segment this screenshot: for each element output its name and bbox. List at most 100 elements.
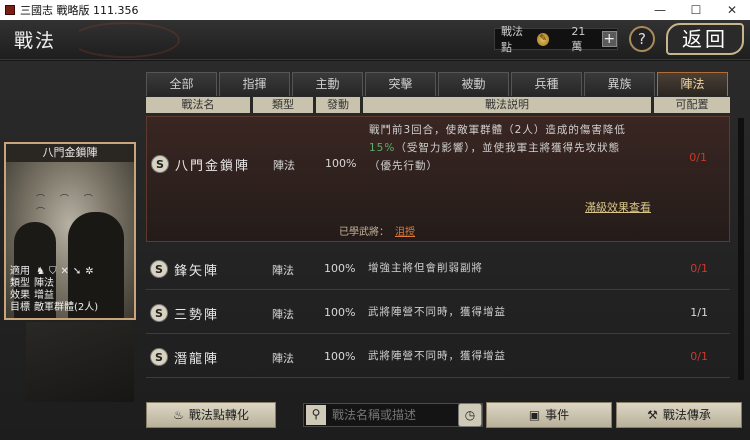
column-header-name[interactable]: 戰法名 [146, 97, 250, 113]
search-box: ⚲ [303, 403, 483, 427]
convert-points-button[interactable]: ♨ 戰法點轉化 [146, 402, 276, 428]
tab-assault[interactable]: 突擊 [365, 72, 436, 96]
tactic-description: 戰鬥前3回合，使敵軍群體（2人）造成的傷害降低 15%（受智力影響），並使我軍主… [369, 121, 669, 175]
card-info-value: 陣法 [34, 278, 54, 289]
game-window: 三國志 戰略版 111.356 — ☐ ✕ 戰法 戰法點 ✎ 21萬 + ? 返… [0, 0, 750, 440]
tab-troop[interactable]: 兵種 [511, 72, 582, 96]
tab-all[interactable]: 全部 [146, 72, 217, 96]
desc-text: （受智力影響），並使我軍主將獲得先攻狀態 [395, 142, 621, 154]
desc-line: 戰鬥前3回合，使敵軍群體（2人）造成的傷害降低 [369, 124, 626, 136]
header-bar: 戰法 戰法點 ✎ 21萬 + ? 返回 [0, 20, 750, 60]
add-points-button[interactable]: + [601, 31, 617, 47]
tactic-row[interactable]: S 潛龍陣 陣法 100% 武將陣營不同時，獲得增益 0/1 [146, 336, 730, 378]
flame-icon: ♨ [173, 408, 184, 422]
tactic-points-box: 戰法點 ✎ 21萬 + [494, 25, 618, 54]
maximize-button[interactable]: ☐ [678, 0, 714, 20]
card-info-value: 敵軍群體(2人) [34, 302, 99, 313]
tactic-type: 陣法 [272, 308, 294, 321]
window-titlebar: 三國志 戰略版 111.356 — ☐ ✕ [0, 0, 750, 20]
card-info-applicable: 適用 ♞ ⛉ ✕ ➘ ✲ [10, 266, 134, 278]
window-controls: — ☐ ✕ [642, 0, 750, 20]
tactic-detail-card: 八門金鎖陣 ⌒ ⌒ ⌒ ⌒ 適用 ♞ ⛉ ✕ ➘ ✲ 類型 陣法 效果 增益 目… [4, 142, 136, 320]
card-info-key: 類型 [10, 278, 30, 289]
tactic-type: 陣法 [272, 264, 294, 277]
app-icon [5, 5, 15, 15]
tactic-description: 武將陣營不同時，獲得增益 [368, 306, 506, 318]
allocation-count: 0/1 [690, 262, 708, 275]
tactic-name: 八門金鎖陣 [175, 159, 251, 174]
learned-label: 已學武將： [339, 227, 389, 238]
card-title: 八門金鎖陣 [6, 144, 134, 162]
history-clock-icon[interactable]: ◷ [458, 403, 482, 427]
card-info-effect: 效果 增益 [10, 290, 134, 302]
tactic-rate: 100% [324, 262, 356, 275]
window-title: 三國志 戰略版 111.356 [20, 4, 139, 17]
tactic-type: 陣法 [273, 159, 295, 172]
tactic-type: 陣法 [272, 352, 294, 365]
grade-badge: S [150, 304, 168, 322]
card-backdrop [26, 322, 134, 402]
full-effect-link[interactable]: 滿級效果查看 [585, 199, 651, 215]
column-header-allocation[interactable]: 可配置 [654, 97, 730, 113]
grade-badge: S [150, 260, 168, 278]
events-icon: ▣ [528, 408, 541, 422]
search-icon[interactable]: ⚲ [306, 405, 326, 425]
page-title: 戰法 [14, 30, 57, 52]
hammer-icon: ⚒ [647, 408, 658, 422]
events-label: 事件 [545, 408, 570, 422]
events-button[interactable]: ▣ 事件 [486, 402, 612, 428]
column-header-description: 戰法説明 [363, 97, 651, 113]
card-info-key: 適用 [10, 266, 30, 277]
allocation-count: 0/1 [689, 151, 707, 164]
grade-badge: S [151, 155, 169, 173]
minimize-button[interactable]: — [642, 0, 678, 20]
tactic-row[interactable]: S 八門金鎖陣 陣法 100% 戰鬥前3回合，使敵軍群體（2人）造成的傷害降低 … [146, 116, 730, 242]
tab-active[interactable]: 主動 [292, 72, 363, 96]
learned-generals: 已學武將： 沮授 [339, 223, 415, 238]
tactic-description: 武將陣營不同時，獲得增益 [368, 350, 506, 362]
shield-icon: ⛉ [48, 266, 57, 277]
tab-foreign[interactable]: 異族 [584, 72, 655, 96]
tactic-points-value: 21萬 [571, 24, 586, 53]
help-button[interactable]: ? [629, 26, 655, 52]
tactic-description: 增強主將但會削弱副將 [368, 262, 483, 274]
tab-passive[interactable]: 被動 [438, 72, 509, 96]
siege-icon: ✲ [85, 266, 94, 277]
desc-line: 15%（受智力影響），並使我軍主將獲得先攻狀態 [369, 139, 669, 157]
troop-type-icons: ♞ ⛉ ✕ ➘ ✲ [36, 266, 94, 278]
convert-points-label: 戰法點轉化 [188, 408, 249, 422]
card-info-key: 目標 [10, 302, 30, 313]
inherit-tactic-label: 戰法傳承 [662, 408, 711, 422]
card-info: 適用 ♞ ⛉ ✕ ➘ ✲ 類型 陣法 效果 增益 目標 敵軍群體(2人) [6, 266, 134, 314]
category-tabs: 全部 指揮 主動 突擊 被動 兵種 異族 陣法 [146, 72, 728, 96]
header-ornament [70, 22, 180, 58]
tab-formation[interactable]: 陣法 [657, 72, 728, 96]
tactic-name: 三勢陣 [174, 308, 220, 323]
tactic-rate: 100% [325, 157, 357, 170]
tab-command[interactable]: 指揮 [219, 72, 290, 96]
allocation-count: 0/1 [690, 350, 708, 363]
desc-percent: 15% [369, 142, 396, 154]
close-button[interactable]: ✕ [714, 0, 750, 20]
column-header-type[interactable]: 類型 [253, 97, 313, 113]
inherit-tactic-button[interactable]: ⚒ 戰法傳承 [616, 402, 742, 428]
tactic-rate: 100% [324, 306, 356, 319]
tactic-row[interactable]: S 鋒矢陣 陣法 100% 增強主將但會削弱副將 0/1 [146, 248, 730, 290]
card-info-type: 類型 陣法 [10, 278, 134, 290]
grade-badge: S [150, 348, 168, 366]
cavalry-icon: ♞ [36, 266, 45, 277]
card-info-target: 目標 敵軍群體(2人) [10, 302, 134, 314]
desc-line: （優先行動） [369, 160, 438, 172]
tactic-points-label: 戰法點 [501, 25, 523, 54]
tactic-row[interactable]: S 三勢陣 陣法 100% 武將陣營不同時，獲得增益 1/1 [146, 292, 730, 334]
spear-icon: ➘ [72, 266, 82, 277]
bow-icon: ✕ [60, 266, 69, 277]
list-scrollbar[interactable] [738, 118, 744, 380]
points-coin-icon: ✎ [536, 32, 550, 46]
back-button[interactable]: 返回 [666, 23, 744, 55]
column-header-rate[interactable]: 發動 [316, 97, 360, 113]
tactic-name: 潛龍陣 [174, 352, 220, 367]
allocation-count: 1/1 [690, 306, 708, 319]
card-info-key: 效果 [10, 290, 30, 301]
learned-general-link[interactable]: 沮授 [395, 223, 415, 238]
